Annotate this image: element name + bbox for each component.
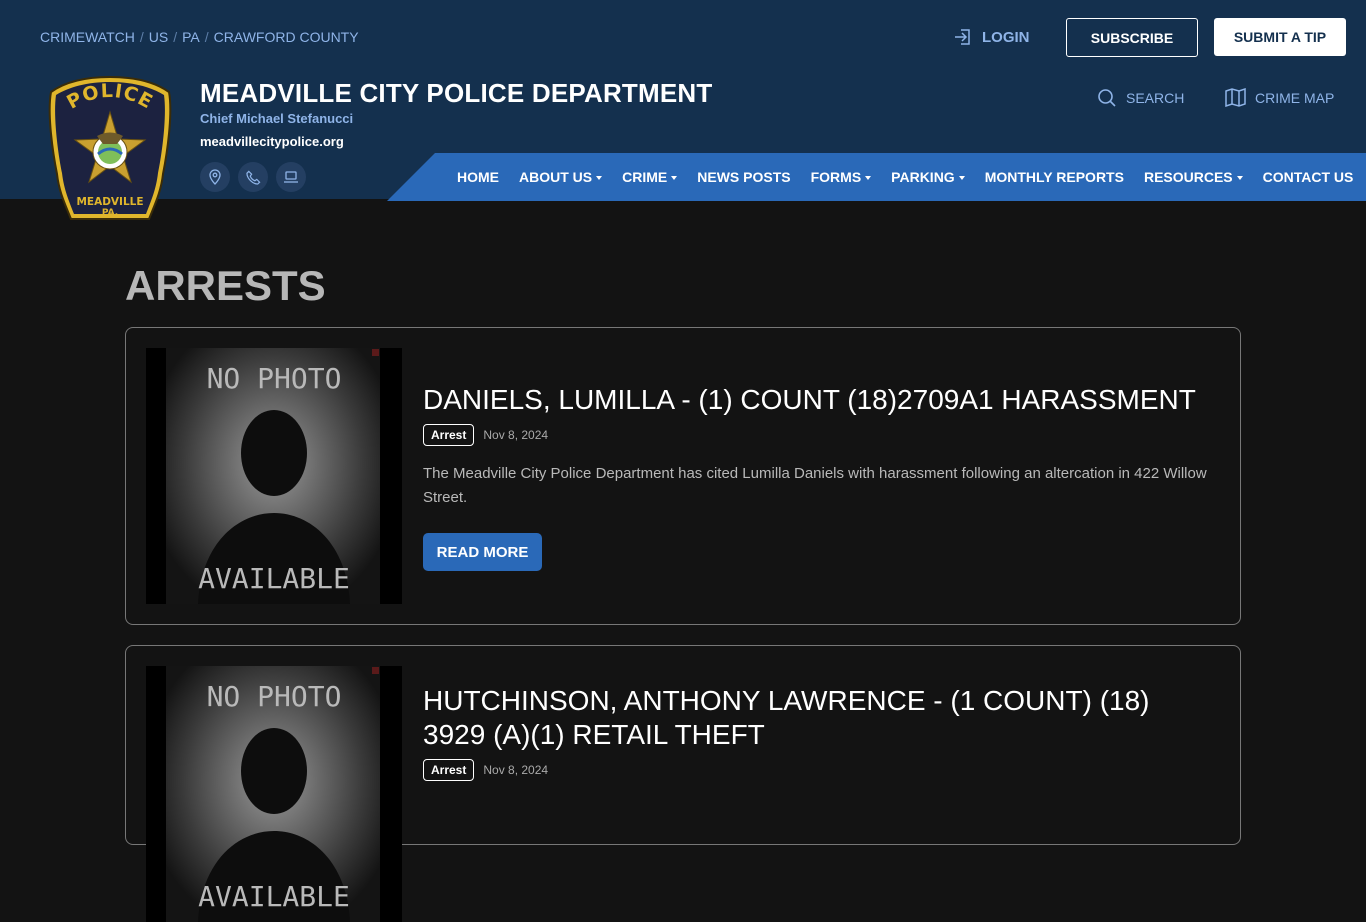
breadcrumb-county[interactable]: CRAWFORD COUNTY: [214, 29, 359, 45]
photo-bottom-text: AVAILABLE: [198, 880, 350, 913]
chief-name: Chief Michael Stefanucci: [200, 111, 354, 126]
crime-map-label: CRIME MAP: [1255, 89, 1335, 106]
nav-item-label: CRIME: [622, 169, 668, 185]
submit-tip-button[interactable]: SUBMIT A TIP: [1214, 18, 1346, 56]
location-button[interactable]: [200, 162, 230, 192]
nav-item-label: FORMS: [810, 169, 862, 185]
nav-item-parking[interactable]: PARKING: [881, 169, 975, 185]
website-link[interactable]: meadvillecitypolice.org: [200, 134, 344, 149]
contact-icons: [200, 162, 306, 192]
post-meta: Arrest Nov 8, 2024: [423, 759, 548, 781]
post-title[interactable]: DANIELS, LUMILLA - (1) COUNT (18)2709A1 …: [423, 383, 1213, 417]
badge-city-text: MEADVILLE: [76, 196, 143, 208]
login-label: LOGIN: [982, 28, 1030, 46]
phone-button[interactable]: [238, 162, 268, 192]
post-meta: Arrest Nov 8, 2024: [423, 424, 548, 446]
post-date: Nov 8, 2024: [483, 763, 549, 777]
nav-item-monthly-reports[interactable]: MONTHLY REPORTS: [975, 169, 1134, 185]
nav-item-crime[interactable]: CRIME: [612, 169, 687, 185]
search-label: SEARCH: [1126, 90, 1185, 106]
category-tag[interactable]: Arrest: [423, 424, 475, 446]
photo-top-text: NO PHOTO: [207, 680, 342, 713]
breadcrumb-separator: /: [173, 29, 178, 45]
no-photo-placeholder: NO PHOTO AVAILABLE: [166, 666, 380, 922]
nav-item-home[interactable]: HOME: [447, 169, 509, 185]
breadcrumb-us[interactable]: US: [149, 29, 168, 45]
department-title[interactable]: MEADVILLE CITY POLICE DEPARTMENT: [200, 78, 712, 109]
photo-top-text: NO PHOTO: [207, 362, 342, 395]
post-title[interactable]: HUTCHINSON, ANTHONY LAWRENCE - (1 COUNT)…: [423, 684, 1213, 752]
nav-item-resources[interactable]: RESOURCES: [1134, 169, 1253, 185]
login-icon: [955, 29, 970, 45]
read-more-button[interactable]: READ MORE: [423, 533, 542, 571]
phone-icon: [245, 170, 260, 185]
map-icon: [1225, 88, 1246, 107]
police-badge-graphic: POLICE MEADVILLE PA.: [48, 75, 172, 220]
map-pin-icon: [209, 169, 221, 185]
breadcrumb-pa[interactable]: PA: [182, 29, 200, 45]
main-navigation: HOME ABOUT US CRIME NEWS POSTS FORMS PARKING M…: [387, 153, 1366, 201]
nav-item-contact-us[interactable]: CONTACT US: [1253, 169, 1364, 185]
search-icon: [1098, 89, 1116, 107]
no-photo-image[interactable]: NO PHOTO AVAILABLE: [146, 666, 402, 922]
no-photo-image[interactable]: NO PHOTO AVAILABLE: [146, 348, 402, 604]
crime-map-link[interactable]: CRIME MAP: [1225, 88, 1334, 107]
category-tag[interactable]: Arrest: [423, 759, 475, 781]
nav-item-label: RESOURCES: [1143, 169, 1233, 185]
post-card: NO PHOTO AVAILABLE DANIELS, LUMILLA - (1…: [125, 327, 1241, 625]
search-link[interactable]: SEARCH: [1097, 88, 1184, 108]
post-card: NO PHOTO AVAILABLE HUTCHINSON, ANTHONY L…: [125, 645, 1241, 922]
laptop-icon: [284, 171, 298, 183]
nav-item-label: CONTACT US: [1262, 169, 1354, 185]
website-button[interactable]: [276, 162, 306, 192]
nav-item-forms[interactable]: FORMS: [801, 169, 882, 185]
photo-bottom-text: AVAILABLE: [198, 562, 350, 595]
nav-list: HOME ABOUT US CRIME NEWS POSTS FORMS PARKING M…: [447, 153, 1363, 201]
post-summary: The Meadville City Police Department has…: [423, 465, 1207, 506]
page-title: ARRESTS: [125, 262, 326, 309]
no-photo-placeholder: NO PHOTO AVAILABLE: [166, 348, 380, 604]
login-link[interactable]: LOGIN: [953, 27, 1030, 47]
nav-item-label: PARKING: [891, 169, 955, 185]
caret-down-icon: [596, 175, 603, 180]
badge-state-text: PA.: [102, 208, 118, 218]
breadcrumb-crimewatch[interactable]: CRIMEWATCH: [40, 29, 135, 45]
police-badge-logo[interactable]: POLICE MEADVILLE PA.: [45, 74, 175, 224]
subscribe-button[interactable]: SUBSCRIBE: [1066, 18, 1198, 57]
nav-item-news-posts[interactable]: NEWS POSTS: [687, 169, 800, 185]
caret-down-icon: [958, 175, 965, 180]
nav-item-label: MONTHLY REPORTS: [984, 169, 1124, 185]
nav-item-label: ABOUT US: [519, 169, 593, 185]
breadcrumb-separator: /: [139, 29, 144, 45]
caret-down-icon: [1236, 175, 1243, 180]
post-date: Nov 8, 2024: [483, 428, 549, 442]
site-header: CRIMEWATCH / US / PA / CRAWFORD COUNTY L…: [0, 0, 1366, 201]
caret-down-icon: [671, 175, 678, 180]
caret-down-icon: [865, 175, 872, 180]
nav-item-label: NEWS POSTS: [697, 169, 791, 185]
nav-item-about-us[interactable]: ABOUT US: [509, 169, 612, 185]
breadcrumb: CRIMEWATCH / US / PA / CRAWFORD COUNTY: [40, 29, 359, 45]
breadcrumb-separator: /: [204, 29, 209, 45]
nav-item-label: HOME: [457, 169, 499, 185]
